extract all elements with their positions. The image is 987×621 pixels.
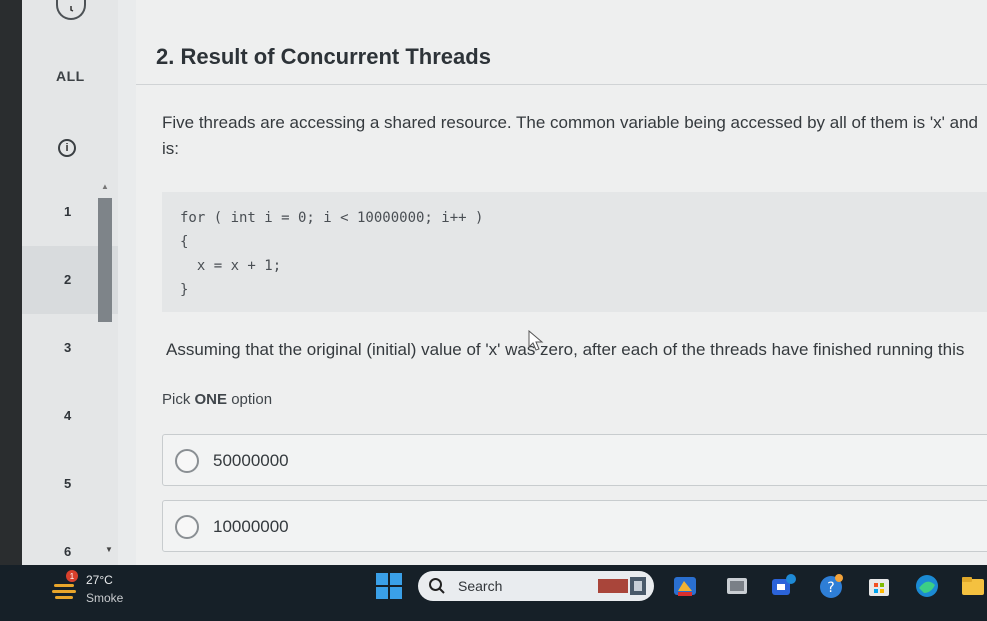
pick-suffix: option (227, 391, 273, 408)
weather-notification-badge: 1 (66, 570, 78, 582)
edge-browser-icon[interactable] (914, 573, 940, 599)
scroll-up-arrow-icon[interactable]: ▲ (101, 182, 109, 191)
screen-bezel (0, 0, 22, 565)
description-line-1: Five threads are accessing a shared reso… (162, 113, 978, 132)
assessment-screen: ALL i 1 2 3 4 5 6 ▲ ▼ 2. Result of Concu… (22, 0, 987, 565)
store-icon[interactable] (866, 573, 892, 599)
question-assumption: Assuming that the original (initial) val… (166, 340, 965, 359)
screen-capture-icon[interactable] (724, 573, 750, 599)
info-icon[interactable]: i (58, 139, 76, 157)
start-icon[interactable] (376, 573, 402, 599)
widgets-icon[interactable] (672, 573, 698, 599)
taskbar-search-box[interactable]: Search (418, 571, 654, 601)
sidebar-scroll-thumb[interactable] (98, 198, 112, 322)
mouse-pointer-icon (528, 330, 544, 351)
title-divider (136, 84, 987, 85)
search-label: Search (458, 578, 503, 594)
answer-option-1[interactable]: 50000000 (162, 434, 987, 486)
question-title: 2. Result of Concurrent Threads (156, 44, 491, 69)
scroll-down-arrow-icon[interactable]: ▼ (105, 545, 113, 554)
pick-bold: ONE (194, 391, 228, 408)
search-highlight-image-icon (598, 577, 646, 595)
teams-meet-icon[interactable] (770, 573, 796, 599)
question-sidebar: ALL i 1 2 3 4 5 6 ▲ ▼ (22, 0, 118, 565)
answer-option-label[interactable]: 10000000 (213, 517, 289, 537)
weather-temperature[interactable]: 27°C (86, 573, 113, 587)
answer-option-label[interactable]: 50000000 (213, 451, 289, 471)
file-explorer-icon[interactable] (960, 573, 986, 599)
pick-prefix: Pick (162, 391, 195, 408)
question-description: Five threads are accessing a shared reso… (162, 110, 987, 162)
search-icon (429, 578, 445, 594)
radio-button-1[interactable] (175, 449, 199, 473)
radio-button-2[interactable] (175, 515, 199, 539)
pick-instruction: Pick ONE option (162, 391, 272, 408)
code-snippet: for ( int i = 0; i < 10000000; i++ ) { x… (162, 192, 987, 312)
answer-option-2[interactable]: 10000000 (162, 500, 987, 552)
weather-condition[interactable]: Smoke (86, 591, 123, 605)
description-line-2: is: (162, 139, 179, 158)
svg-text:?: ? (827, 580, 834, 596)
timer-icon[interactable] (56, 0, 86, 20)
all-questions-link[interactable]: ALL (56, 68, 85, 84)
help-icon[interactable]: ? (818, 573, 844, 599)
question-content: 2. Result of Concurrent Threads Five thr… (136, 0, 987, 565)
